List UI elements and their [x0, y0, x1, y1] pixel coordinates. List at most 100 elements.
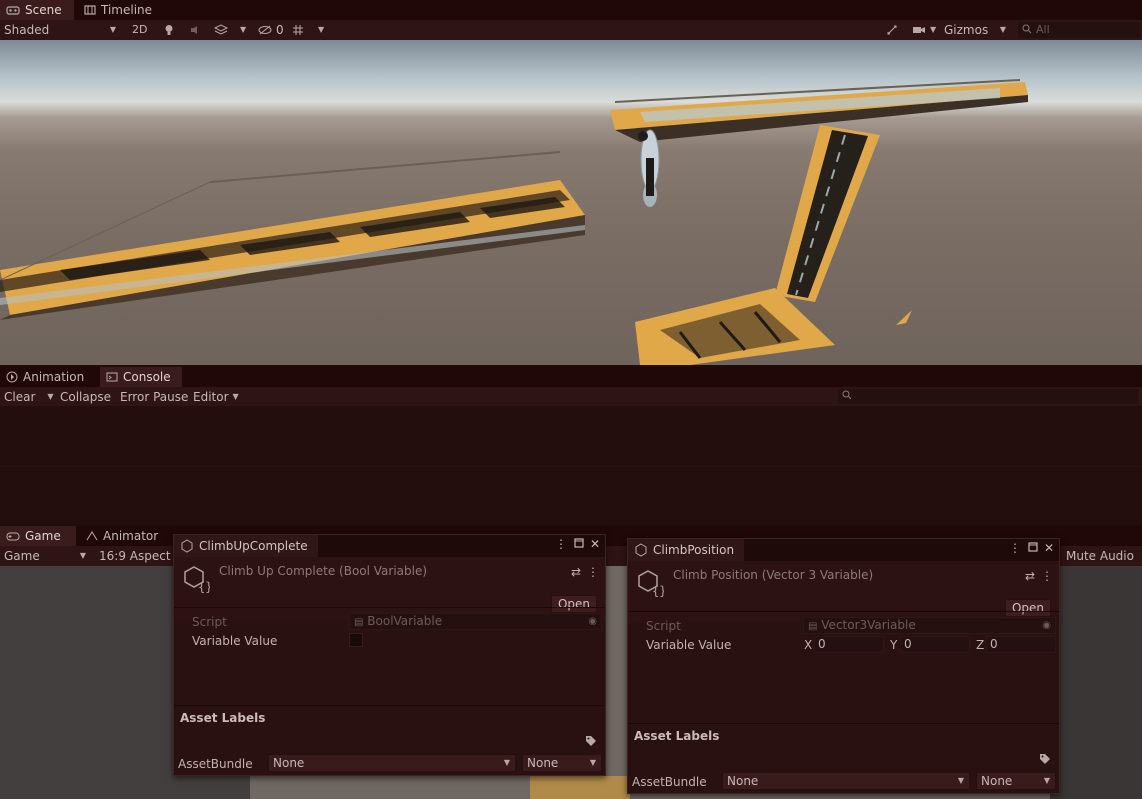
svg-text:{}: {} — [198, 580, 210, 593]
audio-toggle[interactable] — [190, 20, 202, 40]
variable-value-checkbox[interactable] — [349, 633, 363, 647]
close-icon[interactable]: ✕ — [587, 537, 603, 551]
tab-game[interactable]: Game — [0, 526, 76, 546]
inspector-window-climb-position[interactable]: ClimbPosition ⋮ ✕ {} Climb Position (Vec… — [627, 538, 1060, 794]
console-divider[interactable] — [0, 466, 1142, 467]
chevron-down-icon: ▼ — [999, 25, 1006, 34]
clear-button[interactable]: Clear ▼ — [4, 387, 54, 406]
tab-game-label: Game — [25, 529, 61, 543]
variable-value-label: Variable Value — [646, 638, 732, 652]
assetbundle-name-dropdown[interactable]: None ▼ — [722, 772, 970, 790]
inspector-tab-label: ClimbPosition — [653, 543, 735, 557]
gizmos-dropdown[interactable]: Gizmos ▼ — [944, 20, 1008, 40]
assetbundle-name-dropdown[interactable]: None ▼ — [268, 754, 516, 772]
scene-search-input[interactable]: All — [1018, 22, 1140, 38]
grid-dropdown[interactable]: ▼ — [292, 20, 324, 40]
close-icon[interactable]: ✕ — [1041, 541, 1057, 555]
toggle-2d-button[interactable]: 2D — [132, 20, 147, 40]
chevron-down-icon: ▼ — [318, 25, 325, 34]
tab-animation[interactable]: Animation — [0, 367, 96, 387]
tab-console[interactable]: Console — [100, 367, 182, 387]
collapse-toggle[interactable]: Collapse — [60, 387, 111, 406]
inspector-title: Climb Position (Vector 3 Variable) — [673, 568, 874, 582]
inspector-tab[interactable]: ClimbPosition — [628, 539, 745, 561]
tag-icon[interactable] — [1039, 753, 1051, 765]
eye-slash-icon — [258, 25, 272, 35]
tools-toggle[interactable] — [886, 20, 898, 40]
inspector-tabbar: ClimbUpComplete ⋮ ✕ — [174, 535, 605, 557]
timeline-icon — [84, 5, 96, 15]
console-search-input[interactable] — [838, 389, 1138, 404]
scene-render — [0, 79, 1028, 365]
scriptable-object-icon: {} — [182, 565, 212, 594]
inspector-tab[interactable]: ClimbUpComplete — [174, 535, 318, 557]
tab-animator-label: Animator — [103, 529, 159, 543]
open-button[interactable]: Open — [1004, 599, 1051, 617]
scene-viewport[interactable] — [0, 40, 1142, 365]
scene-tabbar: Scene Timeline — [0, 0, 1142, 20]
chevron-down-icon: ▼ — [240, 25, 247, 34]
speaker-icon — [190, 25, 202, 35]
z-label[interactable]: Z — [976, 638, 984, 652]
tab-scene[interactable]: Scene — [0, 0, 74, 20]
x-label[interactable]: X — [804, 638, 812, 652]
display-dropdown[interactable]: Game ▼ — [4, 546, 90, 566]
console-log-area[interactable] — [0, 406, 1142, 524]
preset-icon[interactable]: ⇄ — [1025, 569, 1035, 583]
script-field[interactable]: ▤ Vector3Variable ◉ — [803, 617, 1056, 634]
z-field[interactable]: 0 — [986, 636, 1056, 653]
variable-value-label: Variable Value — [192, 634, 278, 648]
display-label: Game — [4, 549, 40, 563]
assetbundle-name-value: None — [727, 774, 759, 788]
open-button[interactable]: Open — [550, 595, 597, 613]
x-field[interactable]: 0 — [814, 636, 884, 653]
tab-timeline[interactable]: Timeline — [78, 0, 158, 20]
tab-animator[interactable]: Animator — [80, 526, 170, 546]
inspector-window-climb-up-complete[interactable]: ClimbUpComplete ⋮ ✕ {} Climb Up Complete… — [173, 534, 606, 776]
assetbundle-variant-dropdown[interactable]: None ▼ — [522, 754, 602, 772]
collapse-label: Collapse — [60, 389, 111, 404]
draw-mode-label: Shaded — [4, 23, 50, 37]
object-picker-icon[interactable]: ◉ — [588, 614, 597, 629]
asset-labels-heading: Asset Labels — [634, 729, 720, 743]
kebab-menu-icon[interactable]: ⋮ — [1007, 541, 1023, 555]
error-pause-toggle[interactable]: Error Pause — [120, 387, 188, 406]
hidden-objects-toggle[interactable]: 0 — [258, 20, 284, 40]
chevron-down-icon: ▼ — [232, 391, 239, 401]
script-label: Script — [646, 619, 681, 633]
preset-icon[interactable]: ⇄ — [571, 565, 581, 579]
console-tabbar: Animation Console — [0, 367, 1142, 387]
assetbundle-variant-dropdown[interactable]: None ▼ — [976, 772, 1056, 790]
draw-mode-dropdown[interactable]: Shaded ▼ — [4, 20, 120, 40]
effects-dropdown[interactable]: ▼ — [214, 20, 246, 40]
lighting-toggle[interactable] — [164, 20, 174, 40]
tag-icon[interactable] — [585, 735, 597, 747]
diagonal-ramp — [775, 125, 880, 302]
camera-dropdown[interactable]: ▼ — [912, 20, 936, 40]
kebab-menu-icon[interactable]: ⋮ — [587, 565, 599, 579]
script-file-icon: ▤ — [354, 617, 364, 628]
object-picker-icon[interactable]: ◉ — [1042, 618, 1051, 633]
search-icon — [842, 390, 852, 400]
maximize-icon[interactable] — [1025, 541, 1041, 555]
y-label[interactable]: Y — [890, 638, 897, 652]
mute-audio-label: Mute Audio — [1066, 549, 1134, 563]
scene-search-placeholder: All — [1036, 23, 1050, 36]
script-field[interactable]: ▤ BoolVariable ◉ — [349, 613, 602, 630]
kebab-menu-icon[interactable]: ⋮ — [553, 537, 569, 551]
scriptable-object-icon — [180, 539, 194, 553]
chevron-down-icon: ▼ — [79, 551, 86, 560]
chevron-down-icon: ▼ — [503, 758, 510, 767]
maximize-icon[interactable] — [571, 537, 587, 551]
mute-audio-toggle[interactable]: Mute Audio — [1066, 546, 1134, 566]
game-render-bottom — [530, 776, 630, 799]
chevron-down-icon: ▼ — [957, 776, 964, 785]
assetbundle-variant-value: None — [981, 774, 1013, 788]
animator-icon — [86, 531, 98, 541]
y-field[interactable]: 0 — [900, 636, 970, 653]
scene-toolbar: Shaded ▼ 2D ▼ 0 ▼ ▼ Gizmos ▼ All — [0, 20, 1142, 40]
chevron-down-icon[interactable]: ▼ — [47, 387, 53, 407]
kebab-menu-icon[interactable]: ⋮ — [1041, 569, 1053, 583]
editor-dropdown[interactable]: Editor ▼ — [193, 387, 239, 406]
aspect-dropdown[interactable]: 16:9 Aspect — [99, 546, 171, 566]
